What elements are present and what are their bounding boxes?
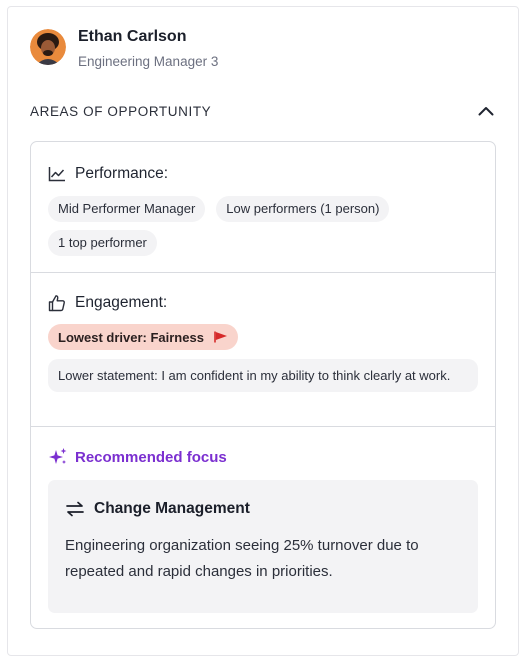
engagement-title: Engagement: [75,294,168,311]
performance-block: Performance: Mid Performer Manager Low p… [31,142,495,273]
focus-card: Change Management Engineering organizati… [48,480,478,613]
thumbs-up-icon [48,294,66,312]
focus-title: Change Management [94,500,250,517]
employee-role: Engineering Manager 3 [78,54,219,69]
employee-header: Ethan Carlson Engineering Manager 3 [30,27,218,71]
recommended-block: Recommended focus Change Management Engi… [31,427,495,628]
engagement-block: Engagement: Lowest driver: Fairness Lowe… [31,273,495,427]
performance-chip: Low performers (1 person) [216,196,390,222]
opportunity-panel: Performance: Mid Performer Manager Low p… [30,141,496,629]
line-chart-icon [48,165,66,183]
lowest-driver-badge: Lowest driver: Fairness [48,324,238,350]
lower-statement: Lower statement: I am confident in my ab… [48,359,478,392]
section-header[interactable]: AREAS OF OPPORTUNITY [30,101,496,121]
recommended-title: Recommended focus [75,448,227,466]
lowest-driver-label: Lowest driver: Fairness [58,329,204,345]
performance-title: Performance: [75,165,169,182]
section-title: AREAS OF OPPORTUNITY [30,103,212,119]
employee-name: Ethan Carlson [78,28,187,45]
employee-card: Ethan Carlson Engineering Manager 3 AREA… [7,6,519,656]
performance-chip: Mid Performer Manager [48,196,206,222]
swap-arrows-icon [65,500,87,518]
flag-icon [214,331,227,343]
performance-chips: Mid Performer Manager Low performers (1 … [48,196,478,264]
sparkle-icon [48,447,68,467]
chevron-up-icon[interactable] [476,101,496,121]
performance-chip: 1 top performer [48,230,157,256]
focus-description: Engineering organization seeing 25% turn… [65,537,419,580]
avatar [30,29,66,65]
